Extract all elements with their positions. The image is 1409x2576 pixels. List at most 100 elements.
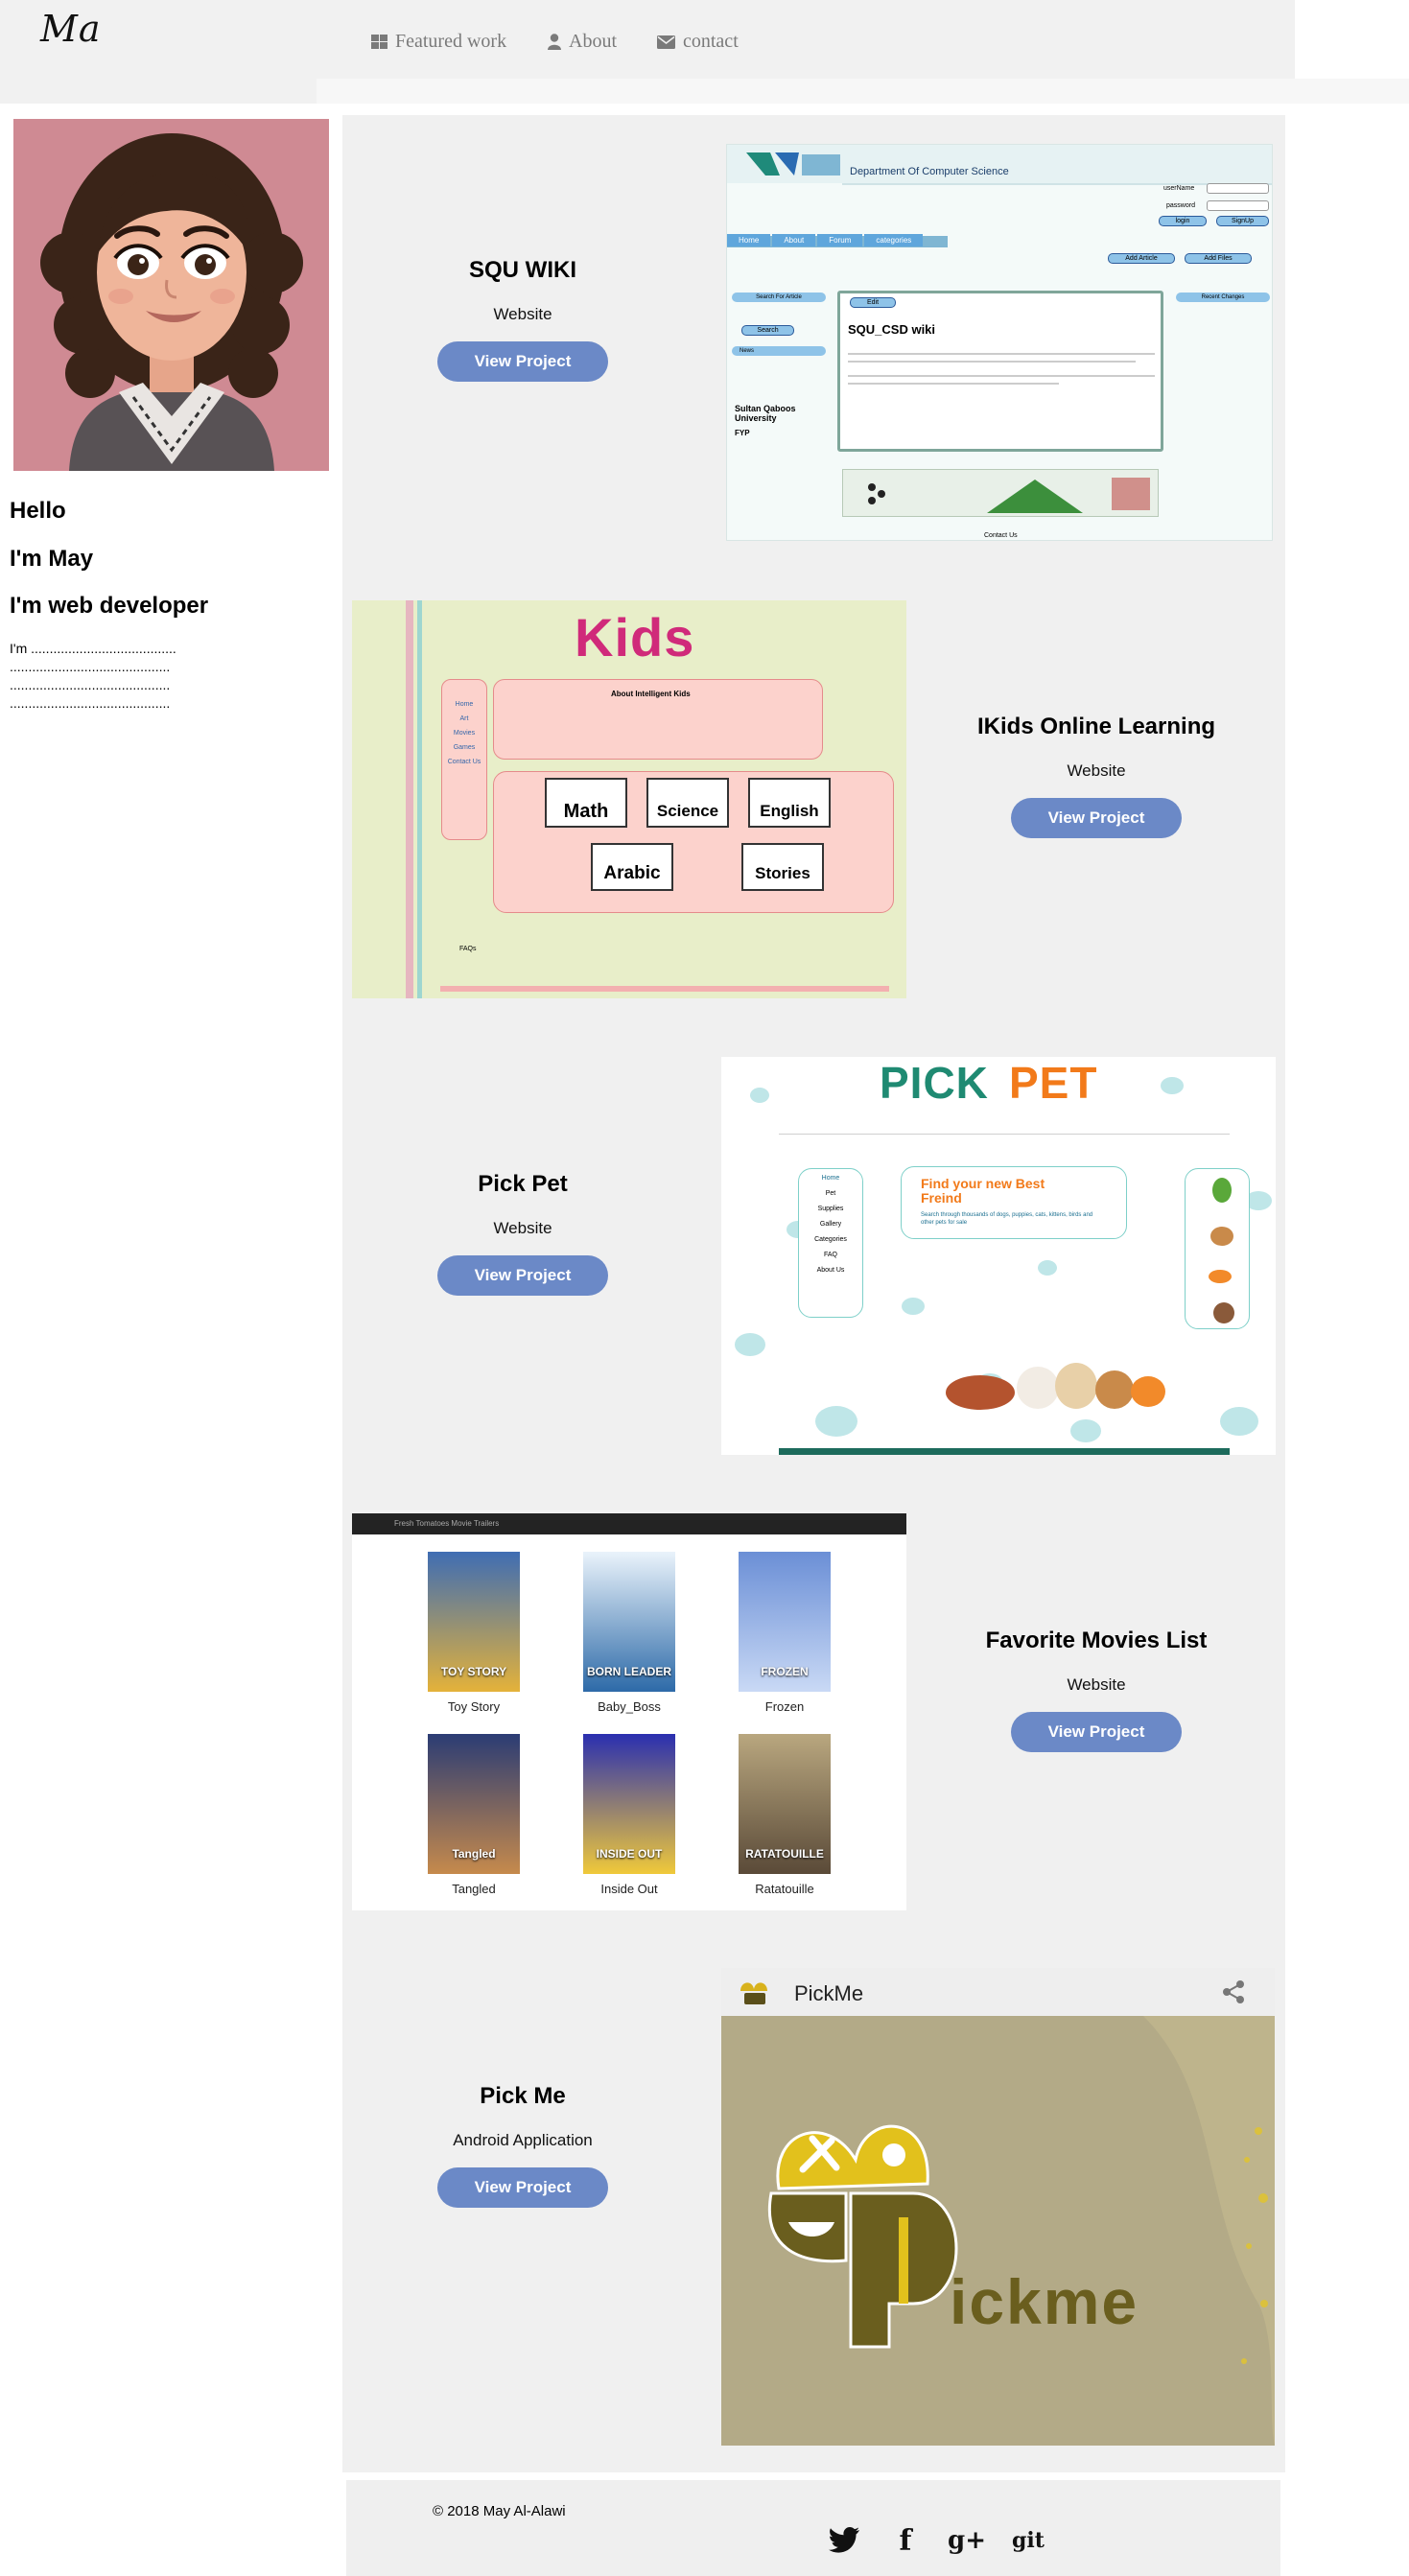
view-project-button[interactable]: View Project (437, 341, 608, 382)
site-footer: © 2018 May Al-Alawi f g+ git (346, 2480, 1280, 2576)
wiki-add-files-button[interactable]: Add Files (1185, 253, 1252, 264)
intro-line: ........................................… (10, 659, 171, 674)
wiki-tab[interactable]: Home (727, 234, 771, 246)
nav-about[interactable]: About (548, 31, 617, 53)
pick-pet-menu-item[interactable]: Categories (814, 1236, 847, 1243)
wiki-university: Sultan Qaboos University (735, 404, 796, 423)
ikids-menu-item[interactable]: Games (454, 744, 476, 751)
movie-title: Inside Out (600, 1882, 658, 1896)
ikids-faq[interactable]: FAQs (459, 946, 477, 952)
intro-text: I'm ....................................… (10, 640, 176, 713)
wiki-tab[interactable]: Forum (817, 234, 863, 246)
movie-poster[interactable]: TOY STORY (428, 1552, 520, 1692)
wiki-text-line (848, 353, 1155, 355)
facebook-icon[interactable]: f (885, 2520, 926, 2561)
project-screenshot-pick-pet[interactable]: PICK PET Home Pet Supplies Gallery Categ… (721, 1057, 1276, 1455)
movie-poster[interactable]: RATATOUILLE (739, 1734, 831, 1874)
ikids-footer-bar (440, 986, 889, 992)
pick-me-splash (768, 2016, 1275, 2446)
ikids-about-box: About Intelligent Kids (493, 679, 823, 760)
pick-me-app-name: PickMe (794, 1981, 864, 2005)
view-project-button[interactable]: View Project (437, 1255, 608, 1296)
view-project-button[interactable]: View Project (1011, 1712, 1182, 1752)
movie-poster[interactable]: INSIDE OUT (583, 1734, 675, 1874)
git-icon[interactable]: git (1008, 2520, 1048, 2561)
pick-me-appbar: PickMe (721, 1968, 1275, 2016)
ikids-subject-tile[interactable]: Math (545, 778, 627, 828)
nav-contact[interactable]: contact (657, 31, 739, 53)
movie-card[interactable]: TOY STORY Toy Story (428, 1552, 520, 1714)
view-project-button[interactable]: View Project (437, 2167, 608, 2208)
intro-line: I'm ....................................… (10, 641, 176, 656)
movie-card[interactable]: FROZEN Frozen (739, 1552, 831, 1714)
project-title: SQU WIKI (469, 257, 576, 283)
wiki-password-input[interactable] (1207, 200, 1269, 211)
social-links: f g+ git (824, 2520, 1048, 2561)
pick-pet-menu-item[interactable]: Home (822, 1175, 840, 1182)
ikids-menu: Home Art Movies Games Contact Us (441, 679, 487, 840)
project-type: Website (493, 305, 552, 323)
project-type: Android Application (453, 2131, 593, 2149)
role-heading: I'm web developer (10, 593, 209, 619)
ikids-subject-tile[interactable]: Science (646, 778, 729, 828)
movie-poster[interactable]: BORN LEADER (583, 1552, 675, 1692)
project-screenshot-ikids[interactable]: Kids Home Art Movies Games Contact Us Ab… (352, 600, 906, 998)
movies-navbar: Fresh Tomatoes Movie Trailers (352, 1513, 906, 1534)
ikids-subject-tile[interactable]: Arabic (591, 843, 673, 891)
copyright-text: © 2018 May Al-Alawi (433, 2503, 566, 2519)
project-screenshot-squ-wiki[interactable]: Department Of Computer Science userName … (726, 144, 1273, 541)
movie-poster[interactable]: Tangled (428, 1734, 520, 1874)
movie-poster[interactable]: FROZEN (739, 1552, 831, 1692)
ikids-subject-tile[interactable]: English (748, 778, 831, 828)
ikids-subject-tile[interactable]: Stories (741, 843, 824, 891)
movie-card[interactable]: Tangled Tangled (428, 1734, 520, 1896)
wiki-tab[interactable]: categories (864, 234, 924, 246)
pick-pet-menu-item[interactable]: Gallery (820, 1221, 841, 1228)
project-ikids: IKids Online Learning Website View Proje… (938, 714, 1255, 838)
wiki-search-button[interactable]: Search (741, 325, 794, 336)
site-logo[interactable]: Ma (40, 8, 102, 50)
ikids-menu-item[interactable]: Movies (454, 730, 475, 737)
movie-poster-title: BORN LEADER (586, 1665, 671, 1678)
wiki-add-article-button[interactable]: Add Article (1108, 253, 1175, 264)
wiki-contact-link[interactable]: Contact Us (984, 532, 1018, 539)
wiki-edit-button[interactable]: Edit (850, 297, 896, 308)
project-screenshot-pick-me[interactable]: PickMe ickme (721, 1968, 1275, 2446)
wiki-article-title: SQU_CSD wiki (848, 322, 936, 337)
wiki-tab[interactable]: About (772, 234, 816, 246)
ikids-menu-item[interactable]: Contact Us (448, 759, 481, 765)
user-icon (548, 34, 561, 50)
nav-featured-work[interactable]: Featured work (371, 31, 506, 53)
pick-pet-menu-item[interactable]: About Us (817, 1267, 845, 1274)
movie-card[interactable]: INSIDE OUT Inside Out (583, 1734, 675, 1896)
project-title: Favorite Movies List (985, 1628, 1208, 1653)
movie-poster-title: RATATOUILLE (745, 1847, 824, 1861)
wiki-login-button[interactable]: login (1159, 216, 1207, 226)
twitter-icon[interactable] (824, 2520, 864, 2561)
ikids-menu-item[interactable]: Home (456, 701, 474, 708)
movie-title: Toy Story (447, 1699, 501, 1714)
header-divider (317, 79, 1409, 104)
greeting-heading: Hello (10, 498, 66, 524)
wiki-password-label: password (1166, 202, 1195, 209)
movie-poster-title: FROZEN (761, 1665, 809, 1678)
envelope-icon (657, 35, 675, 49)
project-pick-me: Pick Me Android Application View Project (364, 2083, 681, 2208)
movie-title: Baby_Boss (598, 1699, 661, 1714)
project-pick-pet: Pick Pet Website View Project (364, 1171, 681, 1296)
project-screenshot-movies[interactable]: Fresh Tomatoes Movie Trailers TOY STORY T… (352, 1513, 906, 1910)
project-title: IKids Online Learning (976, 714, 1216, 739)
movie-card[interactable]: RATATOUILLE Ratatouille (739, 1734, 831, 1896)
movies-navbar-title[interactable]: Fresh Tomatoes Movie Trailers (394, 1519, 499, 1528)
wiki-username-input[interactable] (1207, 183, 1269, 194)
pick-pet-menu-item[interactable]: Supplies (818, 1206, 844, 1212)
movie-card[interactable]: BORN LEADER Baby_Boss (583, 1552, 675, 1714)
wiki-signup-button[interactable]: SignUp (1216, 216, 1269, 226)
ikids-stripe (417, 600, 422, 998)
view-project-button[interactable]: View Project (1011, 798, 1182, 838)
ikids-menu-item[interactable]: Art (460, 715, 469, 722)
pick-pet-menu-item[interactable]: Pet (826, 1190, 836, 1197)
google-plus-icon[interactable]: g+ (947, 2520, 987, 2561)
share-icon[interactable] (1220, 1979, 1247, 2005)
pick-pet-menu-item[interactable]: FAQ (824, 1252, 837, 1258)
